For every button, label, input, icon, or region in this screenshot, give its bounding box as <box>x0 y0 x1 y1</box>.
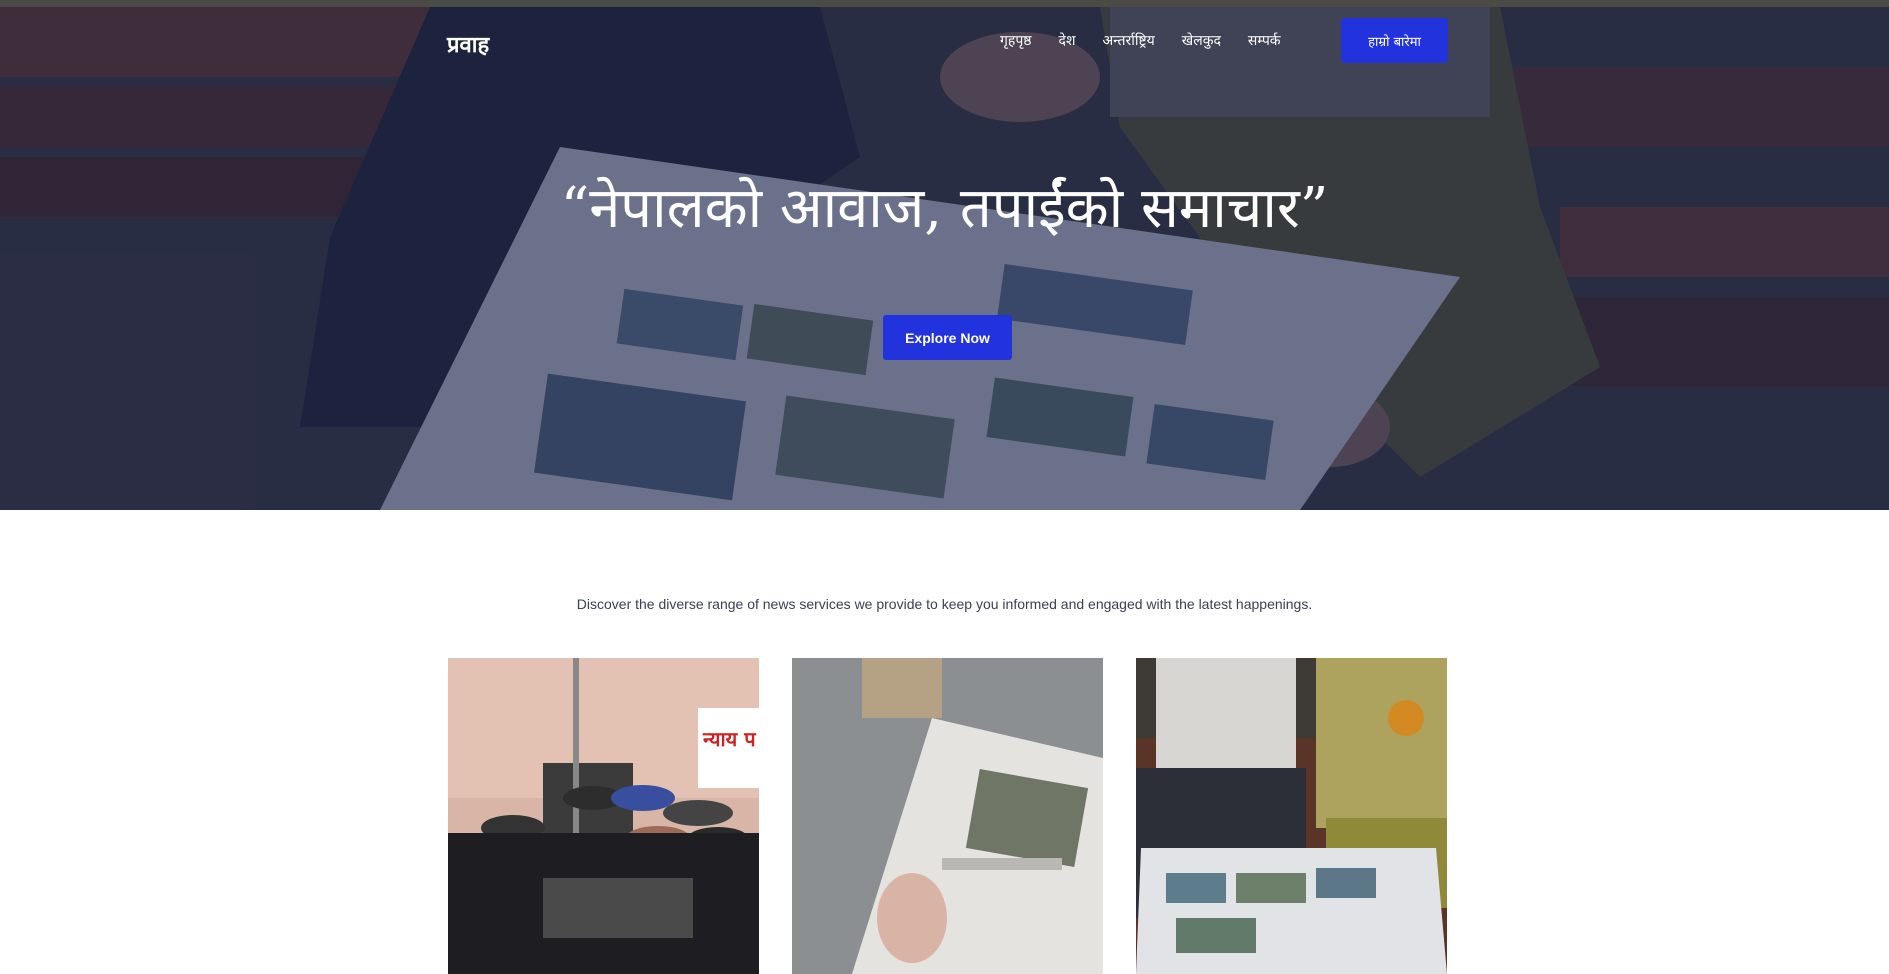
protest-with-umbrellas-photo: न्याय प <box>448 658 759 974</box>
elderly-couple-reading-photo <box>1136 658 1447 974</box>
nav-link-international[interactable]: अन्तर्राष्ट्रिय <box>1102 31 1154 50</box>
explore-now-button[interactable]: Explore Now <box>883 315 1012 360</box>
hero-section: प्रवाह गृहपृष्ठ देश अन्तर्राष्ट्रिय खेलक… <box>0 7 1889 510</box>
hero-title: “नेपालको आवाज, तपाईंको समाचार” <box>560 176 1329 241</box>
newspaper-on-table-photo <box>792 658 1103 974</box>
hero-overlay <box>0 7 1889 510</box>
about-us-button[interactable]: हाम्रो बारेमा <box>1341 18 1448 63</box>
site-logo[interactable]: प्रवाह <box>447 29 489 59</box>
top-strip <box>0 0 1889 7</box>
news-card-reading[interactable] <box>1136 658 1447 974</box>
news-card-protest[interactable]: न्याय प <box>448 658 759 974</box>
services-description: Discover the diverse range of news servi… <box>576 596 1313 612</box>
news-card-newspaper[interactable] <box>792 658 1103 974</box>
nav-link-country[interactable]: देश <box>1059 31 1076 50</box>
top-navigation: प्रवाह गृहपृष्ठ देश अन्तर्राष्ट्रिय खेलक… <box>0 7 1889 77</box>
nav-links: गृहपृष्ठ देश अन्तर्राष्ट्रिय खेलकुद सम्प… <box>1000 31 1281 50</box>
nav-link-home[interactable]: गृहपृष्ठ <box>1000 31 1032 50</box>
nav-link-contact[interactable]: सम्पर्क <box>1248 31 1281 50</box>
nav-link-sports[interactable]: खेलकुद <box>1182 31 1221 50</box>
sign-text: न्याय प <box>702 727 757 751</box>
